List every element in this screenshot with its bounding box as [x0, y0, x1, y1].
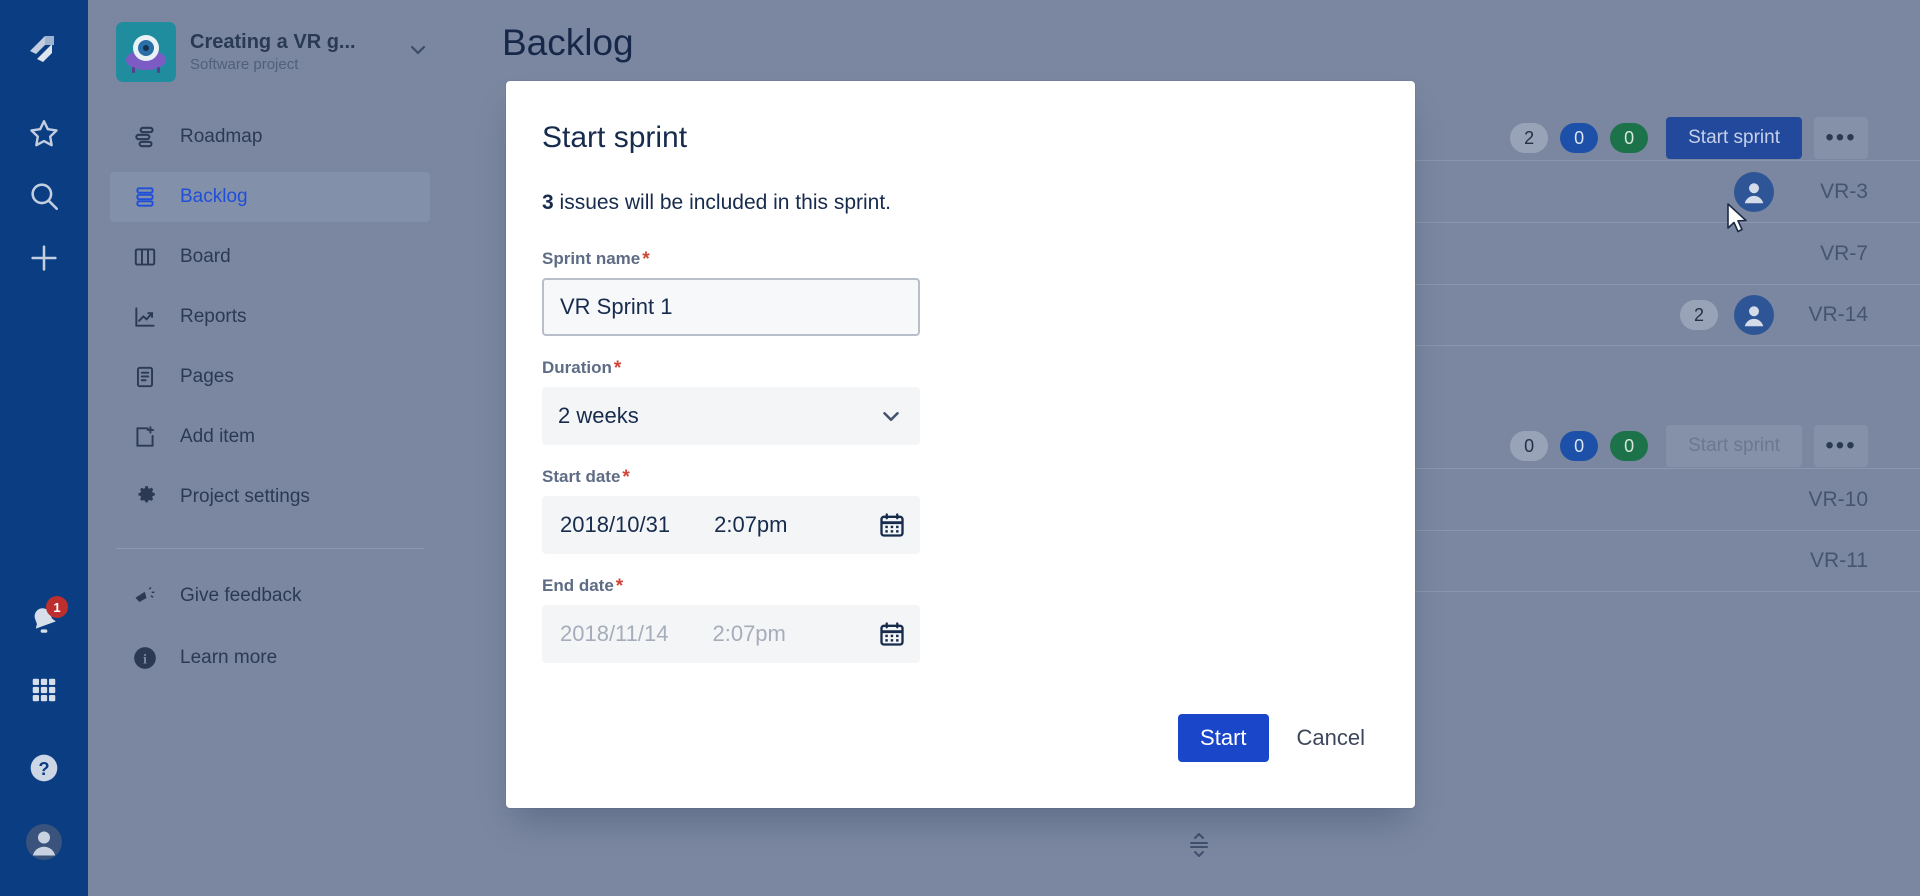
duration-value: 2 weeks: [558, 403, 639, 428]
sprint-name-value: VR Sprint 1: [560, 294, 673, 319]
duration-select[interactable]: 2 weeks: [542, 387, 920, 445]
start-sprint-dialog: Start sprint 3 issues will be included i…: [506, 81, 1415, 808]
field-duration: Duration * 2 weeks: [542, 358, 1379, 445]
start-date-label: Start date *: [542, 467, 1379, 487]
label-text: End date: [542, 576, 614, 595]
start-button[interactable]: Start: [1178, 714, 1269, 762]
app-root: 1 ? Creating a VR g... Software project …: [0, 0, 1920, 896]
start-date-input[interactable]: 2018/10/31 2:07pm: [542, 496, 920, 554]
sprint-name-label: Sprint name *: [542, 249, 1379, 269]
label-text: Duration: [542, 358, 612, 377]
label-text: Sprint name: [542, 249, 641, 268]
chevron-down-icon: [878, 403, 904, 429]
dialog-title: Start sprint: [542, 121, 688, 154]
field-sprint-name: Sprint name * VR Sprint 1: [542, 249, 1379, 336]
duration-label: Duration *: [542, 358, 1379, 378]
field-start-date: Start date * 2018/10/31 2:07pm: [542, 467, 1379, 554]
required-asterisk: *: [615, 575, 624, 597]
label-text: Start date: [542, 467, 621, 486]
calendar-icon[interactable]: [878, 511, 906, 539]
field-end-date: End date * 2018/11/14 2:07pm: [542, 576, 1379, 663]
end-date-input[interactable]: 2018/11/14 2:07pm: [542, 605, 920, 663]
start-time-value: 2:07pm: [714, 512, 788, 537]
required-asterisk: *: [613, 357, 622, 379]
included-issue-count: 3: [542, 191, 554, 214]
included-issue-text: issues will be included in this sprint.: [553, 191, 892, 214]
cancel-button[interactable]: Cancel: [1283, 714, 1379, 762]
start-date-value: 2018/10/31: [560, 512, 671, 537]
dialog-actions: Start Cancel: [542, 714, 1379, 808]
end-date-label: End date *: [542, 576, 1379, 596]
calendar-icon[interactable]: [878, 620, 906, 648]
required-asterisk: *: [642, 248, 650, 270]
required-asterisk: *: [622, 466, 630, 488]
sprint-name-input[interactable]: VR Sprint 1: [542, 278, 920, 336]
dialog-summary: 3 issues will be included in this sprint…: [542, 191, 1379, 215]
end-time-value: 2:07pm: [712, 621, 786, 646]
end-date-value: 2018/11/14: [560, 621, 669, 646]
